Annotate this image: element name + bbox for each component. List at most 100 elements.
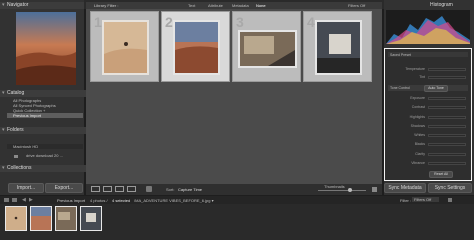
catalog-header[interactable]: Catalog xyxy=(0,90,89,97)
folder-icon xyxy=(14,155,18,158)
navigator-title: Navigator xyxy=(7,2,29,8)
grid-cell-3[interactable]: 3 xyxy=(232,11,301,82)
slider-label-blacks: Blacks xyxy=(414,142,425,146)
navigator-header[interactable]: Navigator xyxy=(0,2,84,9)
filmstrip xyxy=(0,204,474,240)
contrast-slider[interactable] xyxy=(428,106,466,109)
thumbnail-slider-knob[interactable] xyxy=(348,188,352,192)
thumbnails-label: Thumbnails xyxy=(324,184,345,189)
grid-cell-1[interactable]: 1 xyxy=(90,11,159,82)
preset-label: Saved Preset xyxy=(390,53,412,57)
grid-toolbar: Sort: Capture Time Thumbnails xyxy=(86,184,382,195)
quick-develop-panel: Saved Preset Temperature Tint Tone Contr… xyxy=(384,48,472,181)
filmstrip-breadcrumb[interactable]: Previous Import xyxy=(57,198,85,203)
clarity-slider[interactable] xyxy=(428,153,466,156)
blacks-slider[interactable] xyxy=(428,143,466,146)
painter-icon[interactable] xyxy=(146,186,152,192)
highlights-slider[interactable] xyxy=(428,116,466,119)
slider-label-contrast: Contrast xyxy=(411,105,425,109)
film-thumb-1-image xyxy=(6,207,26,230)
library-filter-label: Library Filter : xyxy=(94,3,119,8)
histogram-title: Histogram xyxy=(430,2,453,8)
slider-label-tint: Tint xyxy=(419,75,425,79)
exposure-slider[interactable] xyxy=(428,97,466,100)
filter-lock-icon[interactable] xyxy=(448,198,452,202)
sort-label: Sort: xyxy=(166,187,175,192)
catalog-title: Catalog xyxy=(7,90,25,96)
sort-value[interactable]: Capture Time xyxy=(178,187,202,192)
film-thumb-3-image xyxy=(56,207,76,230)
slider-label-whites: Whites xyxy=(414,133,425,137)
slider-label-highlights: Highlights xyxy=(409,115,425,119)
filter-tab-attribute[interactable]: Attribute xyxy=(208,3,223,8)
preset-dropdown[interactable]: Saved Preset xyxy=(388,52,468,57)
photo-count: 4 photos / xyxy=(90,198,108,203)
catalog-item-previous-import[interactable]: Previous Import xyxy=(7,113,83,118)
folders-title: Folders xyxy=(7,127,24,133)
vibrance-slider[interactable] xyxy=(428,162,466,165)
whites-slider[interactable] xyxy=(428,134,466,137)
tone-control-label: Tone Control xyxy=(390,86,410,90)
grid-cell-4[interactable]: 4 xyxy=(303,11,372,82)
histogram[interactable] xyxy=(386,10,470,44)
auto-tone-button[interactable]: Auto Tone xyxy=(424,85,448,92)
filters-off-label[interactable]: Filters Off xyxy=(348,3,365,8)
sync-metadata-button[interactable]: Sync Metadata xyxy=(384,183,426,193)
grid-view-icon[interactable] xyxy=(91,186,100,192)
toolbar-menu-icon[interactable] xyxy=(372,187,377,192)
folder-item[interactable]: drive download 20 ... xyxy=(20,153,76,158)
cell-number: 1 xyxy=(94,14,102,30)
shadows-slider[interactable] xyxy=(428,125,466,128)
grid-cell-2[interactable]: 2 xyxy=(161,11,230,82)
slider-label-temperature: Temperature xyxy=(405,67,425,71)
selected-count: 4 selected xyxy=(112,198,131,203)
histogram-graph xyxy=(386,16,470,44)
cell-number: 4 xyxy=(307,14,315,30)
library-filter-bar: Library Filter : Text Attribute Metadata… xyxy=(86,2,382,9)
sync-settings-button[interactable]: Sync Settings xyxy=(428,183,472,193)
film-thumb-4-image xyxy=(81,207,101,230)
navigator-preview-image xyxy=(16,12,76,85)
forward-arrow-icon[interactable]: ▶ xyxy=(29,197,33,203)
film-thumb-3[interactable] xyxy=(55,206,77,231)
thumbnail-4[interactable] xyxy=(315,20,362,75)
filter-tab-none[interactable]: None xyxy=(256,3,266,8)
loupe-view-icon[interactable] xyxy=(103,186,112,192)
collections-title: Collections xyxy=(7,165,32,171)
filter-tab-metadata[interactable]: Metadata xyxy=(232,3,249,8)
reset-all-button[interactable]: Reset All xyxy=(429,171,453,178)
filmstrip-bar: ◀ ▶ Previous Import 4 photos / 4 selecte… xyxy=(0,196,474,204)
slider-label-clarity: Clarity xyxy=(415,152,425,156)
survey-view-icon[interactable] xyxy=(127,186,136,192)
slider-label-vibrance: Vibrance xyxy=(411,161,425,165)
navigator-preview[interactable] xyxy=(16,12,76,85)
film-thumb-2-image xyxy=(31,207,51,230)
slider-label-exposure: Exposure xyxy=(410,96,425,100)
back-arrow-icon[interactable]: ◀ xyxy=(22,197,26,203)
tone-control-row: Tone Control Auto Tone xyxy=(388,85,468,92)
left-panel: Navigator Catalog All Photographs All Sy… xyxy=(0,0,89,195)
volume-row[interactable]: Macintosh HD xyxy=(7,144,83,149)
import-button[interactable]: Import... xyxy=(8,183,44,193)
current-filename[interactable]: /MA_ADVENTURE VIBES_BEFORE_6.jpg ▾ xyxy=(134,198,214,203)
compare-view-icon[interactable] xyxy=(115,186,124,192)
film-thumb-1[interactable] xyxy=(5,206,27,231)
film-thumb-2[interactable] xyxy=(30,206,52,231)
filter-tab-text[interactable]: Text xyxy=(188,3,195,8)
tint-slider[interactable] xyxy=(428,76,466,79)
cell-number: 3 xyxy=(236,14,244,30)
export-button[interactable]: Export... xyxy=(45,183,83,193)
filter-label: Filter : xyxy=(400,198,412,203)
slider-label-shadows: Shadows xyxy=(410,124,425,128)
temperature-slider[interactable] xyxy=(428,68,466,71)
thumbnail-size-slider[interactable] xyxy=(318,190,366,191)
thumbnail-1[interactable] xyxy=(102,20,149,75)
grid-icon[interactable] xyxy=(12,198,17,202)
thumbnail-2[interactable] xyxy=(173,20,220,75)
filter-select[interactable]: Filters Off xyxy=(412,197,440,202)
secondary-display-icon[interactable] xyxy=(4,198,9,202)
thumbnail-3[interactable] xyxy=(238,30,297,68)
film-thumb-4[interactable] xyxy=(80,206,102,231)
folders-header[interactable]: Folders xyxy=(0,127,89,134)
collections-header[interactable]: Collections xyxy=(0,165,89,172)
